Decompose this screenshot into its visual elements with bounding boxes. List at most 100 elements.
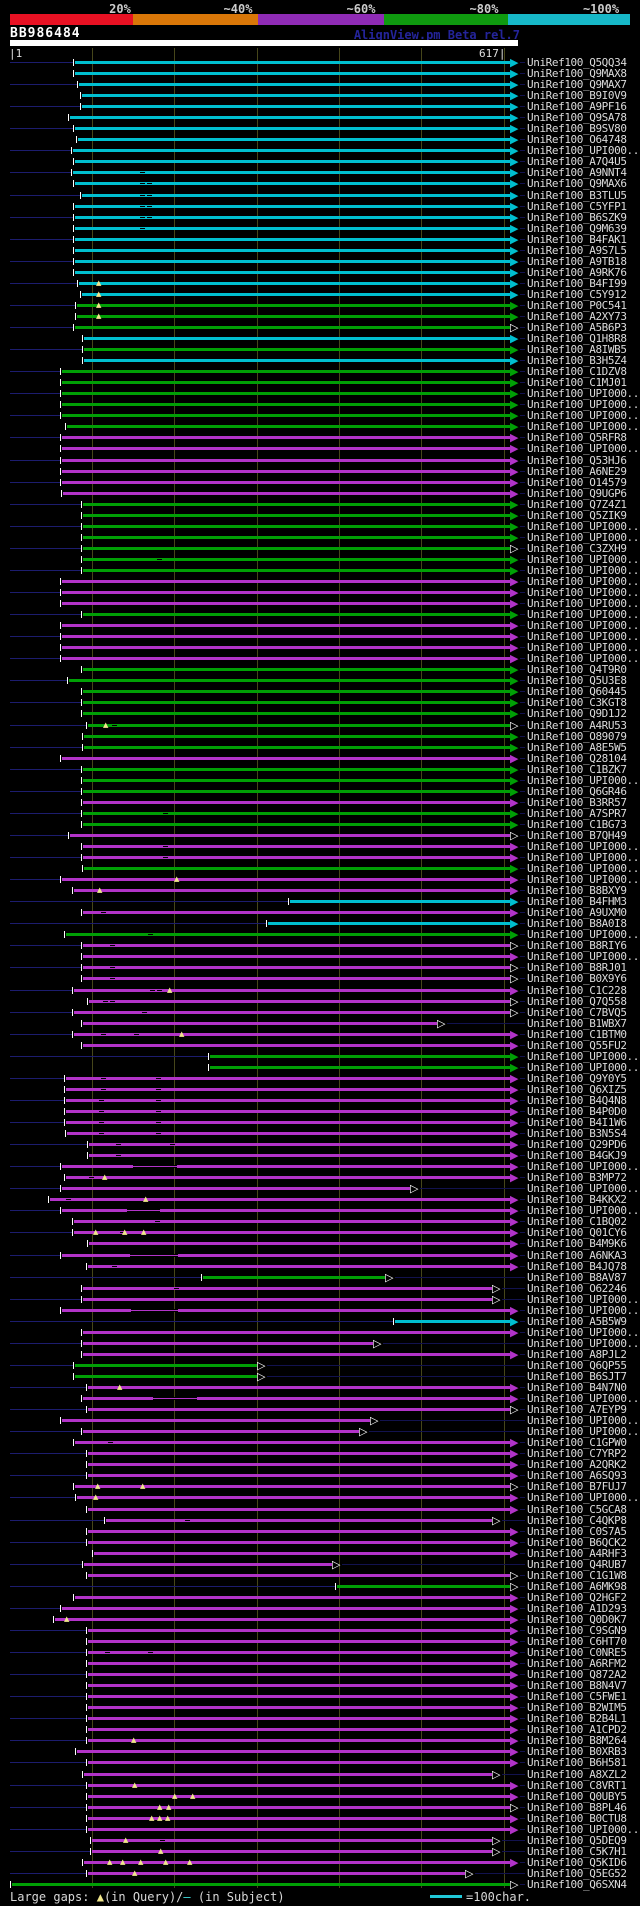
hit-bar[interactable] [62,1419,370,1422]
hit-bar[interactable] [83,536,510,539]
hit-bar[interactable] [84,1773,492,1776]
hit-bar[interactable] [73,149,510,152]
hit-label[interactable]: UniRef100_UPI000.. [527,443,639,454]
hit-bar[interactable] [88,1530,510,1533]
hit-bar[interactable] [62,447,510,450]
hit-label[interactable]: UniRef100_Q9MAX6 [527,178,627,189]
hit-bar[interactable] [88,1872,465,1875]
hit-bar[interactable] [203,1276,385,1279]
hit-bar[interactable] [83,944,510,947]
hit-bar[interactable] [77,315,510,318]
hit-bar[interactable] [63,492,510,495]
hit-bar[interactable] [78,138,510,141]
hit-bar[interactable] [83,668,510,671]
hit-bar[interactable] [62,1187,410,1190]
hit-bar[interactable] [75,1441,510,1444]
hit-bar[interactable] [84,867,510,870]
hit-bar[interactable] [83,779,510,782]
hit-bar[interactable] [83,1044,510,1047]
hit-bar[interactable] [62,757,510,760]
hit-bar[interactable] [62,602,510,605]
hit-bar[interactable] [70,834,510,837]
hit-bar[interactable] [84,1563,332,1566]
hit-bar[interactable] [210,1066,510,1069]
hit-bar[interactable] [106,1519,492,1522]
hit-bar[interactable] [66,1176,510,1179]
hit-bar[interactable] [83,613,510,616]
hit-label[interactable]: UniRef100_Q9D1J2 [527,708,627,719]
hit-bar[interactable] [83,569,510,572]
hit-bar[interactable] [75,326,510,329]
hit-bar[interactable] [82,94,510,97]
hit-bar[interactable] [62,470,510,473]
hit-bar[interactable] [62,370,510,373]
hit-bar[interactable] [75,160,510,163]
hit-bar[interactable] [62,392,510,395]
hit-bar[interactable] [83,812,510,815]
hit-label[interactable]: UniRef100_B0X9Y6 [527,973,627,984]
hit-bar[interactable] [75,72,510,75]
hit-bar[interactable] [75,127,510,130]
hit-bar[interactable] [83,790,510,793]
hit-bar[interactable] [83,1331,510,1334]
hit-bar[interactable] [88,1629,510,1632]
hit-bar[interactable] [83,823,510,826]
hit-bar[interactable] [88,1684,510,1687]
hit-bar[interactable] [62,580,510,583]
hit-bar[interactable] [74,889,510,892]
hit-bar[interactable] [88,1662,510,1665]
hit-bar[interactable] [88,1474,510,1477]
hit-bar[interactable] [62,414,510,417]
hit-bar[interactable] [83,514,510,517]
hit-bar[interactable] [83,845,510,848]
hit-bar[interactable] [84,746,510,749]
hit-bar[interactable] [83,1287,492,1290]
hit-bar[interactable] [62,657,510,660]
hit-bar[interactable] [88,1706,510,1709]
hit-bar[interactable] [89,1154,510,1157]
hit-bar[interactable] [88,1673,510,1676]
hit-bar[interactable] [75,238,510,241]
hit-bar[interactable] [84,348,510,351]
hit-bar[interactable] [79,282,510,285]
hit-bar[interactable] [210,1055,510,1058]
hit-bar[interactable] [88,1386,510,1389]
hit-bar[interactable] [75,1596,510,1599]
hit-bar[interactable] [82,105,510,108]
hit-bar[interactable] [88,1728,510,1731]
hit-bar[interactable] [66,933,510,936]
hit-bar[interactable] [62,481,510,484]
hit-bar[interactable] [88,1452,510,1455]
hit-bar[interactable] [12,1883,510,1886]
hit-bar[interactable] [75,1364,257,1367]
hit-bar[interactable] [94,1552,510,1555]
hit-label[interactable]: UniRef100_B4M9K6 [527,1238,627,1249]
hit-bar[interactable] [75,271,510,274]
hit-bar[interactable] [83,1397,510,1400]
hit-bar[interactable] [83,966,510,969]
hit-bar[interactable] [62,635,510,638]
hit-bar[interactable] [88,1463,510,1466]
hit-bar[interactable] [83,690,510,693]
hit-bar[interactable] [55,1618,510,1621]
hit-bar[interactable] [83,712,510,715]
hit-bar[interactable] [66,1077,510,1080]
hit-bar[interactable] [83,977,510,980]
hit-bar[interactable] [66,1088,510,1091]
hit-bar[interactable] [89,1143,510,1146]
hit-bar[interactable] [82,293,510,296]
hit-bar[interactable] [337,1585,510,1588]
hit-bar[interactable] [83,701,510,704]
hit-bar[interactable] [70,116,510,119]
hit-bar[interactable] [62,646,510,649]
hit-bar[interactable] [74,1231,510,1234]
hit-bar[interactable] [89,1242,510,1245]
hit-bar[interactable] [88,1408,510,1411]
hit-bar[interactable] [83,801,510,804]
hit-bar[interactable] [83,856,510,859]
hit-bar[interactable] [62,381,510,384]
hit-bar[interactable] [88,1784,510,1787]
hit-bar[interactable] [88,1739,510,1742]
hit-bar[interactable] [83,911,510,914]
hit-bar[interactable] [83,1298,492,1301]
